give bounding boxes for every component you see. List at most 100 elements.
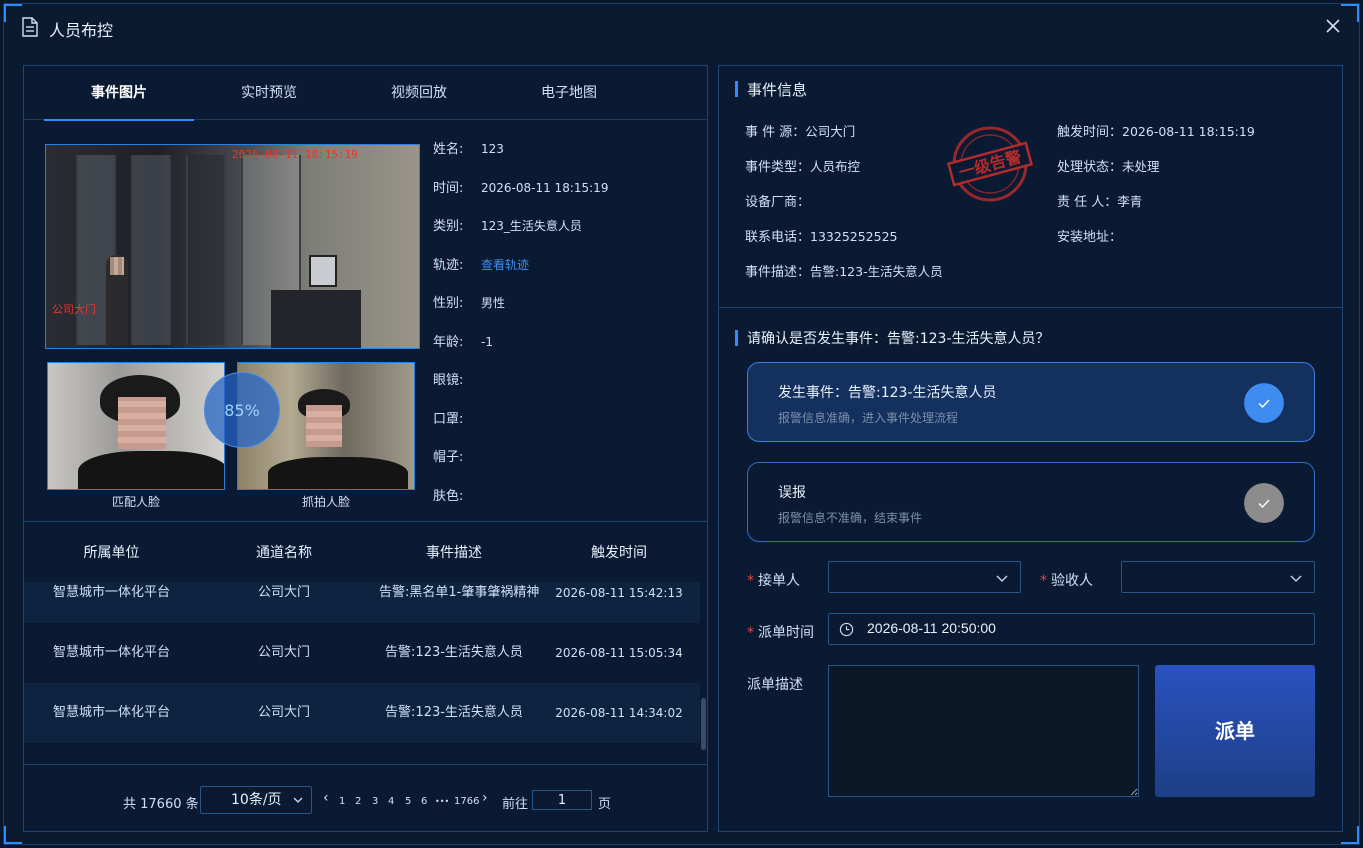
tab-video-playback[interactable]: 视频回放 bbox=[344, 66, 494, 120]
page-size-select[interactable]: 10条/页 bbox=[200, 786, 312, 814]
info-key: 口罩: bbox=[433, 411, 464, 427]
person-info-list: 姓名: 123 时间: 2026-08-11 18:15:19 类别: 123_生活失… bbox=[433, 138, 608, 523]
check-icon bbox=[1244, 383, 1284, 423]
contact-phone-field: 联系电话：13325252525 bbox=[745, 226, 898, 245]
checker-label: * 验收人 bbox=[1040, 570, 1093, 590]
info-key: 帽子: bbox=[433, 450, 464, 465]
view-track-link[interactable]: 查看轨迹 bbox=[481, 258, 529, 272]
prev-page-button[interactable]: ‹ bbox=[323, 790, 329, 806]
table-row[interactable]: 智慧城市一体化平台 公司大门 告警:123-生活失意人员 2026-08-11 … bbox=[24, 683, 700, 743]
tab-e-map[interactable]: 电子地图 bbox=[494, 66, 644, 120]
receiver-label: * 接单人 bbox=[747, 570, 800, 590]
glass-door bbox=[186, 155, 226, 345]
option-false-alarm[interactable]: 误报 报警信息不准确，结束事件 bbox=[747, 462, 1315, 542]
next-page-button[interactable]: › bbox=[482, 790, 488, 806]
field-value: 告警:123-生活失意人员 bbox=[810, 264, 943, 279]
modal-title: 人员布控 bbox=[49, 21, 114, 40]
info-row-track: 轨迹: 查看轨迹 bbox=[433, 254, 608, 293]
close-icon[interactable] bbox=[1321, 14, 1345, 38]
dispatch-desc-textarea[interactable] bbox=[828, 665, 1139, 797]
goto-suffix: 页 bbox=[598, 797, 612, 812]
checker-select[interactable] bbox=[1121, 561, 1315, 593]
info-key: 年龄: bbox=[433, 334, 464, 350]
checker-label-text: 验收人 bbox=[1051, 573, 1093, 589]
table-scrollbar[interactable] bbox=[701, 698, 706, 750]
option-event-occurred[interactable]: 发生事件：告警:123-生活失意人员 报警信息准确，进入事件处理流程 bbox=[747, 362, 1315, 442]
total-count: 共 17660 条 bbox=[123, 797, 199, 812]
receiver-label-text: 接单人 bbox=[758, 573, 800, 589]
field-value: 人员布控 bbox=[810, 159, 861, 174]
page-button-last[interactable]: 1766 bbox=[454, 796, 479, 807]
chevron-down-icon bbox=[1290, 575, 1302, 582]
glass-door bbox=[131, 155, 171, 345]
dispatch-time-picker[interactable]: 2026-08-11 20:50:00 bbox=[828, 613, 1315, 645]
scene-snapshot[interactable]: 2026-08-11 18:15:19 公司大门 bbox=[45, 144, 420, 349]
table-header: 所属单位 通道名称 事件描述 触发时间 bbox=[24, 522, 707, 582]
table-cell: 公司大门 bbox=[257, 645, 310, 660]
info-value: 2026-08-11 18:15:19 bbox=[481, 180, 609, 195]
page-button-6[interactable]: 6 bbox=[421, 796, 427, 807]
event-info-panel: 事件信息 事 件 源：公司大门 事件类型：人员布控 设备厂商： 联系电话：133… bbox=[718, 65, 1343, 832]
page-size-value: 10条/页 bbox=[231, 792, 282, 808]
corner-decoration bbox=[1341, 826, 1359, 844]
trigger-time-field: 触发时间：2026-08-11 18:15:19 bbox=[1057, 121, 1255, 140]
field-key: 事件描述： bbox=[745, 265, 811, 280]
chevron-down-icon bbox=[996, 575, 1008, 582]
info-row-mask: 口罩: bbox=[433, 408, 608, 447]
field-value: 公司大门 bbox=[805, 124, 856, 139]
info-key: 性别: bbox=[433, 296, 464, 311]
table-row[interactable]: 智慧城市一体化平台 公司大门 告警:黑名单1-肇事肇祸精神 2026-08-11… bbox=[24, 582, 700, 623]
field-key: 处理状态： bbox=[1057, 160, 1123, 175]
alarm-level-stamp: 一级告警 bbox=[946, 126, 1034, 202]
info-row-gender: 性别: 男性 bbox=[433, 292, 608, 331]
page-button-5[interactable]: 5 bbox=[405, 796, 411, 807]
matched-face-image[interactable] bbox=[47, 362, 225, 490]
field-key: 责 任 人： bbox=[1057, 195, 1118, 210]
pixelated-face bbox=[118, 397, 166, 449]
goto-page-input[interactable] bbox=[532, 790, 592, 810]
modal-header: 人员布控 bbox=[4, 4, 1359, 52]
timestamp-overlay: 2026-08-11 18:15:19 bbox=[232, 148, 358, 161]
info-row-glasses: 眼镜: bbox=[433, 369, 608, 408]
page-button-3[interactable]: 3 bbox=[372, 796, 378, 807]
table-row[interactable]: 智慧城市一体化平台 公司大门 告警:123-生活失意人员 2026-08-11 … bbox=[24, 623, 700, 683]
page-ellipsis[interactable]: ••• bbox=[435, 797, 449, 806]
event-info-title: 事件信息 bbox=[735, 79, 807, 100]
field-key: 联系电话： bbox=[745, 230, 811, 245]
option-subtitle: 报警信息准确，进入事件处理流程 bbox=[778, 411, 959, 425]
page-button-4[interactable]: 4 bbox=[388, 796, 394, 807]
similarity-badge: 85% bbox=[204, 372, 280, 448]
tab-live-preview[interactable]: 实时预览 bbox=[194, 66, 344, 120]
pixelated-face bbox=[306, 405, 342, 447]
table-cell: 公司大门 bbox=[257, 705, 310, 720]
confirm-question: 请确认是否发生事件：告警:123-生活失意人员？ bbox=[735, 328, 1050, 348]
dispatch-time-label-text: 派单时间 bbox=[758, 625, 814, 641]
event-history-table: 所属单位 通道名称 事件描述 触发时间 智慧城市一体化平台 公司大门 告警:黑名… bbox=[24, 521, 707, 766]
field-value: 李青 bbox=[1117, 194, 1143, 209]
info-value: 123 bbox=[481, 142, 504, 156]
location-overlay: 公司大门 bbox=[52, 303, 96, 316]
field-key: 设备厂商： bbox=[745, 195, 811, 210]
matched-face-label: 匹配人脸 bbox=[111, 495, 160, 509]
device-vendor-field: 设备厂商： bbox=[745, 191, 810, 210]
corner-decoration bbox=[4, 826, 22, 844]
column-header: 事件描述 bbox=[426, 545, 482, 561]
tab-event-image[interactable]: 事件图片 bbox=[44, 66, 194, 121]
dispatch-button[interactable]: 派单 bbox=[1155, 665, 1315, 797]
table-cell: 2026-08-11 15:05:34 bbox=[555, 646, 683, 660]
option-title: 误报 bbox=[778, 485, 806, 501]
info-value: 男性 bbox=[481, 296, 506, 310]
install-address-field: 安装地址： bbox=[1057, 226, 1122, 245]
dispatch-time-label: * 派单时间 bbox=[747, 622, 814, 642]
receiver-select[interactable] bbox=[828, 561, 1021, 593]
info-value: -1 bbox=[481, 334, 493, 349]
field-key: 事件类型： bbox=[745, 160, 811, 175]
field-value: 未处理 bbox=[1122, 159, 1160, 174]
page-button-1[interactable]: 1 bbox=[339, 796, 345, 807]
page-button-2[interactable]: 2 bbox=[355, 796, 361, 807]
check-icon bbox=[1244, 483, 1284, 523]
torso bbox=[268, 457, 408, 489]
torso bbox=[78, 451, 224, 489]
option-subtitle: 报警信息不准确，结束事件 bbox=[778, 511, 923, 525]
table-cell: 告警:123-生活失意人员 bbox=[385, 705, 523, 720]
